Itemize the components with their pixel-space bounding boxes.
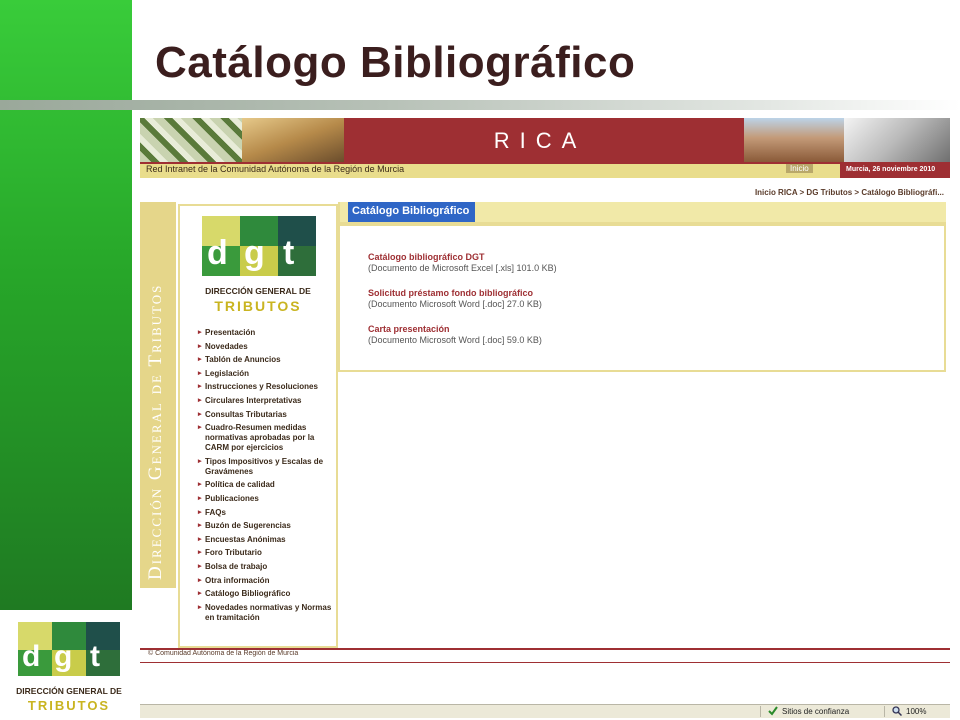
banner-building-image bbox=[744, 118, 844, 162]
nav-item[interactable]: Buzón de Sugerencias bbox=[198, 521, 334, 531]
trusted-check-icon bbox=[768, 706, 778, 716]
nav-item[interactable]: Otra información bbox=[198, 576, 334, 586]
nav-item[interactable]: Circulares Interpretativas bbox=[198, 396, 334, 406]
nav-item[interactable]: Foro Tributario bbox=[198, 548, 334, 558]
svg-text:DIRECCIÓN GENERAL DE: DIRECCIÓN GENERAL DE bbox=[16, 685, 122, 696]
nav-item[interactable]: Instrucciones y Resoluciones bbox=[198, 382, 334, 392]
zoom-magnifier-icon bbox=[892, 706, 902, 716]
banner-puzzle-image bbox=[140, 118, 242, 162]
document-item: Carta presentación (Documento Microsoft … bbox=[368, 324, 542, 346]
rica-brand: RICA bbox=[493, 128, 587, 153]
svg-text:g: g bbox=[244, 234, 265, 272]
tab-catalogo-bibliografico[interactable]: Catálogo Bibliográfico bbox=[348, 202, 476, 222]
document-meta: (Documento Microsoft Word [.doc] 59.0 KB… bbox=[368, 335, 542, 345]
svg-text:g: g bbox=[54, 640, 72, 673]
current-date: Murcia, 26 noviembre 2010 bbox=[840, 162, 950, 178]
svg-text:t: t bbox=[283, 234, 294, 272]
nav-item[interactable]: Presentación bbox=[198, 328, 334, 338]
nav-item[interactable]: Catálogo Bibliográfico bbox=[198, 589, 334, 599]
vertical-section-label: Dirección General de Tributos bbox=[140, 202, 176, 588]
trusted-zone[interactable]: Sitios de confianza bbox=[768, 706, 849, 716]
nav-list: Presentación Novedades Tablón de Anuncios L… bbox=[198, 328, 334, 626]
footer-divider-lower bbox=[140, 662, 950, 663]
site-subbar: Red Intranet de la Comunidad Autónoma de… bbox=[140, 162, 950, 178]
document-item: Catálogo bibliográfico DGT (Documento de… bbox=[368, 252, 557, 274]
statusbar-separator bbox=[760, 706, 761, 717]
banner-mouse-image bbox=[844, 118, 950, 162]
nav-item[interactable]: Publicaciones bbox=[198, 494, 334, 504]
nav-item[interactable]: FAQs bbox=[198, 508, 334, 518]
slide: Catálogo Bibliográfico d g t DIRECCIÓN G… bbox=[0, 0, 960, 720]
document-meta: (Documento Microsoft Word [.doc] 27.0 KB… bbox=[368, 299, 542, 309]
nav-item[interactable]: Tablón de Anuncios bbox=[198, 355, 334, 365]
green-side-band bbox=[0, 0, 132, 610]
banner-keyboard-image bbox=[242, 118, 344, 162]
dgt-logo: d g t DIRECCIÓN GENERAL DE TRIBUTOS bbox=[16, 622, 122, 713]
svg-text:d: d bbox=[22, 640, 40, 673]
section-header: Catálogo Bibliográfico bbox=[340, 202, 946, 226]
svg-text:t: t bbox=[90, 640, 100, 673]
nav-item[interactable]: Tipos Impositivos y Escalas de Gravámene… bbox=[198, 457, 334, 477]
section-header-stripe bbox=[340, 222, 946, 226]
svg-text:TRIBUTOS: TRIBUTOS bbox=[214, 298, 301, 314]
document-link[interactable]: Solicitud préstamo fondo bibliográfico bbox=[368, 288, 542, 299]
nav-item[interactable]: Bolsa de trabajo bbox=[198, 562, 334, 572]
slide-title: Catálogo Bibliográfico bbox=[155, 38, 636, 87]
network-name: Red Intranet de la Comunidad Autónoma de… bbox=[146, 164, 405, 174]
svg-text:DIRECCIÓN GENERAL DE: DIRECCIÓN GENERAL DE bbox=[205, 285, 311, 296]
zoom-level: 100% bbox=[906, 707, 927, 716]
nav-item[interactable]: Novedades normativas y Normas en tramita… bbox=[198, 603, 334, 623]
zoom-control[interactable]: 100% bbox=[892, 706, 926, 716]
nav-item[interactable]: Legislación bbox=[198, 369, 334, 379]
svg-text:TRIBUTOS: TRIBUTOS bbox=[28, 698, 110, 713]
document-item: Solicitud préstamo fondo bibliográfico (… bbox=[368, 288, 542, 310]
nav-item[interactable]: Encuestas Anónimas bbox=[198, 535, 334, 545]
document-meta: (Documento de Microsoft Excel [.xls] 101… bbox=[368, 263, 557, 273]
nav-item[interactable]: Cuadro-Resumen medidas normativas aproba… bbox=[198, 423, 334, 453]
copyright: © Comunidad Autónoma de la Región de Mur… bbox=[148, 650, 299, 657]
nav-item[interactable]: Consultas Tributarias bbox=[198, 410, 334, 420]
statusbar-separator bbox=[884, 706, 885, 717]
browser-statusbar: Sitios de confianza 100% bbox=[140, 704, 950, 718]
trusted-zone-label: Sitios de confianza bbox=[782, 707, 850, 716]
site-banner: RICA bbox=[140, 118, 950, 162]
website-screenshot: RICA Red Intranet de la Comunidad Autóno… bbox=[140, 118, 950, 718]
svg-text:d: d bbox=[207, 234, 228, 272]
dgt-logo: d g t DIRECCIÓN GENERAL DE TRIBUTOS bbox=[202, 216, 316, 314]
document-link[interactable]: Carta presentación bbox=[368, 324, 542, 335]
document-link[interactable]: Catálogo bibliográfico DGT bbox=[368, 252, 557, 263]
main-content: Catálogo Bibliográfico Catálogo bibliogr… bbox=[338, 202, 946, 372]
title-underline-bar bbox=[0, 100, 960, 110]
nav-item[interactable]: Política de calidad bbox=[198, 480, 334, 490]
vertical-label-text: Dirección General de Tributos bbox=[145, 283, 166, 580]
breadcrumb[interactable]: Inicio RICA > DG Tributos > Catálogo Bib… bbox=[700, 188, 944, 197]
inicio-link[interactable]: Inicio bbox=[786, 164, 813, 173]
left-navigation: d g t DIRECCIÓN GENERAL DE TRIBUTOS Pres… bbox=[178, 204, 338, 648]
nav-item[interactable]: Novedades bbox=[198, 342, 334, 352]
